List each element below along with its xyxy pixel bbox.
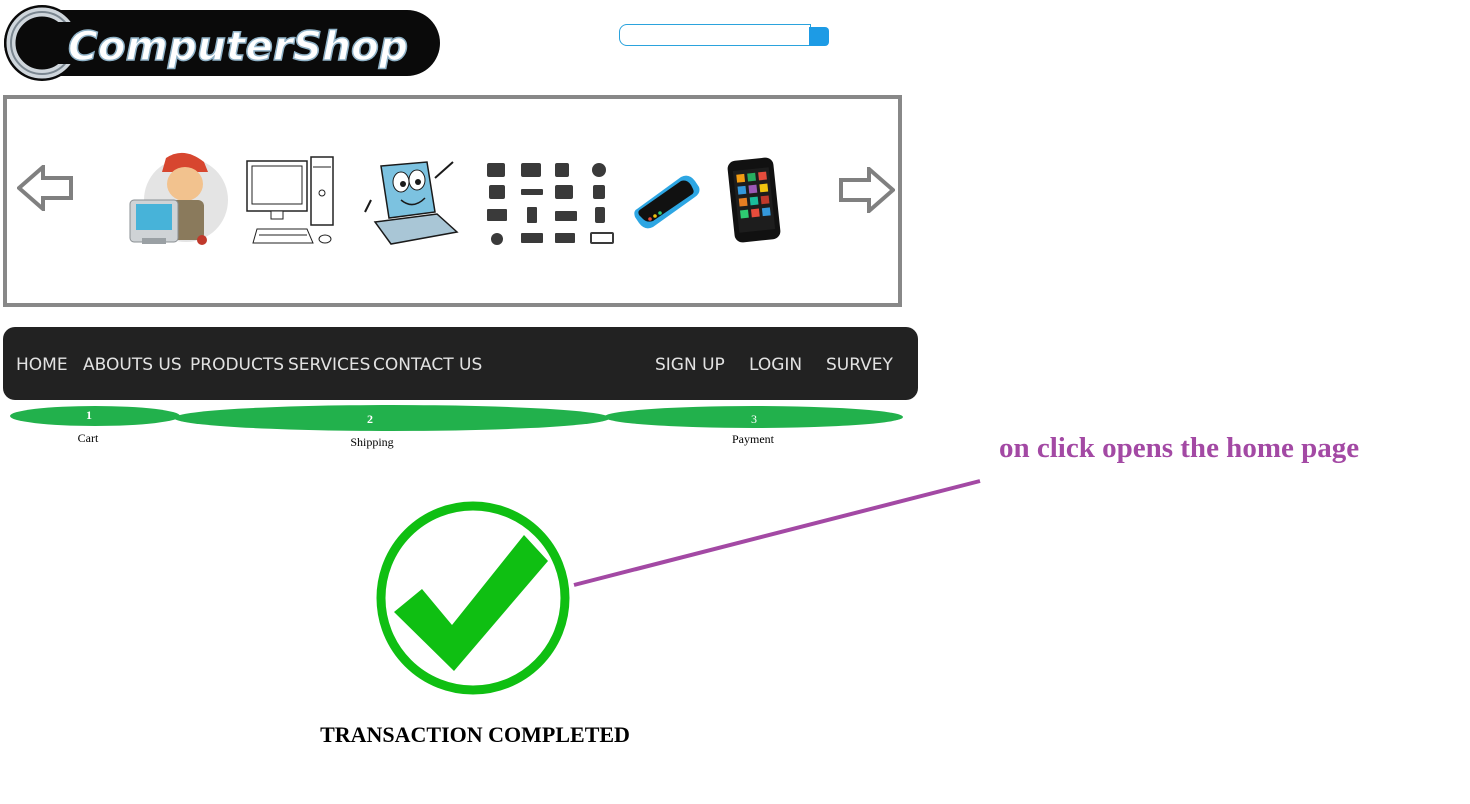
technician-icon[interactable] bbox=[122, 152, 232, 252]
product-carousel bbox=[3, 95, 902, 307]
computershop-logo[interactable]: ComputerShop bbox=[4, 2, 444, 84]
annotation-note: on click opens the home page bbox=[999, 432, 1360, 464]
nav-services[interactable]: SERVICES bbox=[288, 327, 370, 400]
main-nav: HOME ABOUTS US PRODUCTS SERVICES CONTACT… bbox=[3, 327, 918, 400]
nav-about-us[interactable]: ABOUTS US bbox=[83, 327, 182, 400]
step-number-shipping: 2 bbox=[367, 412, 373, 426]
carousel-prev-arrow-icon[interactable] bbox=[17, 165, 73, 211]
search-button[interactable] bbox=[809, 27, 829, 46]
step-number-payment: 3 bbox=[751, 412, 757, 426]
carousel-next-arrow-icon[interactable] bbox=[839, 167, 895, 213]
nav-contact-us[interactable]: CONTACT US bbox=[373, 327, 482, 400]
desktop-computer-icon[interactable] bbox=[243, 153, 341, 251]
search-input[interactable] bbox=[619, 24, 811, 46]
transaction-status: TRANSACTION COMPLETED bbox=[320, 722, 630, 747]
step-number-cart: 1 bbox=[86, 408, 92, 422]
nav-sign-up[interactable]: SIGN UP bbox=[655, 327, 725, 400]
step-label-shipping: Shipping bbox=[350, 435, 394, 449]
hardware-grid-icon[interactable] bbox=[483, 159, 617, 249]
step-label-payment: Payment bbox=[732, 432, 774, 446]
search-bar bbox=[619, 24, 831, 50]
step-bar-shipping bbox=[174, 405, 610, 431]
smartphone-icon[interactable] bbox=[633, 173, 703, 231]
nav-survey[interactable]: SURVEY bbox=[826, 327, 893, 400]
tablet-icon[interactable] bbox=[725, 155, 783, 245]
laptop-cartoon-icon[interactable] bbox=[361, 152, 461, 252]
step-label-cart: Cart bbox=[77, 431, 99, 445]
nav-login[interactable]: LOGIN bbox=[749, 327, 802, 400]
nav-home[interactable]: HOME bbox=[16, 327, 68, 400]
nav-products[interactable]: PRODUCTS bbox=[190, 327, 284, 400]
logo-text: ComputerShop bbox=[68, 24, 408, 70]
checkmark-icon[interactable] bbox=[374, 497, 572, 699]
